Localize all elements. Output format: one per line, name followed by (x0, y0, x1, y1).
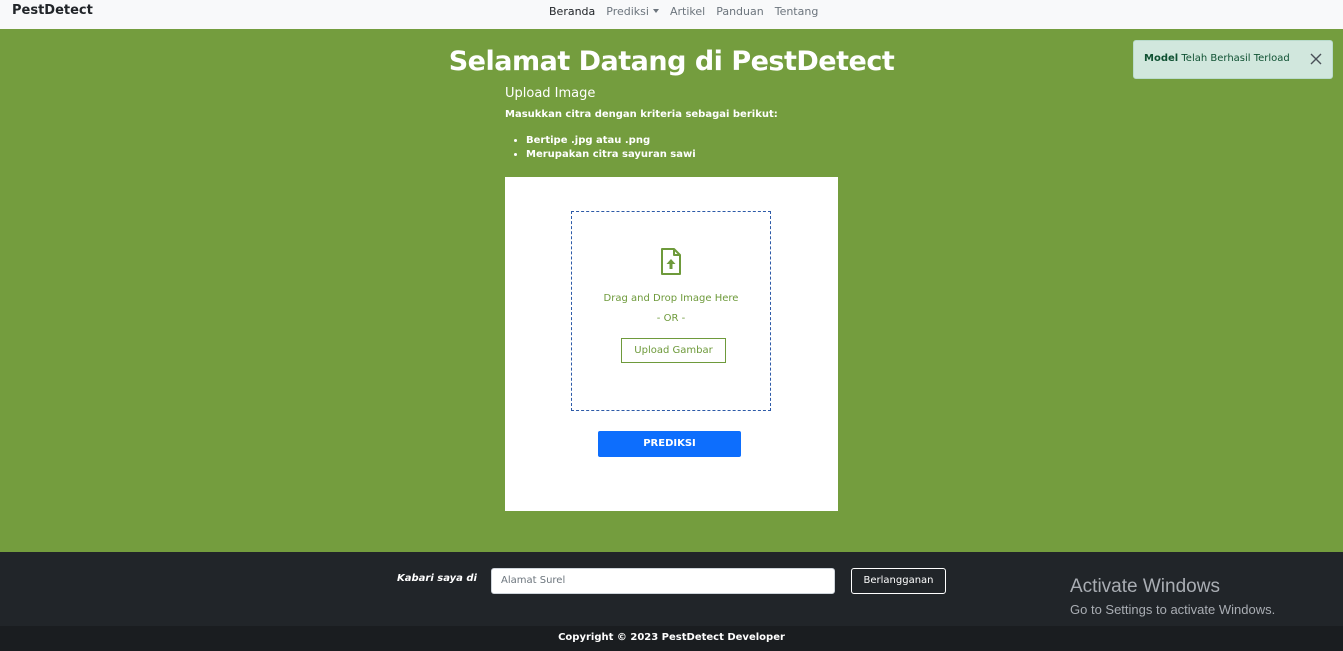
criteria-intro: Masukkan citra dengan kriteria sebagai b… (505, 109, 778, 120)
activate-windows-title: Activate Windows (1070, 576, 1220, 597)
criteria-list: Bertipe .jpg atau .png Merupakan citra s… (526, 135, 696, 163)
upload-subtitle: Upload Image (505, 86, 596, 101)
subscribe-button[interactable]: Berlangganan (851, 568, 946, 594)
toast-message: Model Telah Berhasil Terload (1144, 53, 1290, 64)
upload-image-button[interactable]: Upload Gambar (621, 338, 726, 363)
nav-item-artikel[interactable]: Artikel (670, 5, 705, 18)
copyright-text: Copyright © 2023 PestDetect Developer (558, 632, 785, 643)
nav-item-prediksi-label: Prediksi (606, 5, 649, 18)
toast-message-text: Telah Berhasil Terload (1178, 53, 1290, 64)
footer: Kabari saya di Alamat Surel Berlangganan… (0, 552, 1343, 626)
list-item: Merupakan citra sayuran sawi (526, 149, 696, 160)
chevron-down-icon (652, 9, 659, 13)
brand-logo[interactable]: PestDetect (12, 3, 93, 18)
copyright-bar: Copyright © 2023 PestDetect Developer (0, 626, 1343, 651)
nav-item-tentang[interactable]: Tentang (775, 5, 819, 18)
file-upload-icon (661, 248, 681, 275)
toast-message-bold: Model (1144, 53, 1179, 64)
nav-menu: Beranda Prediksi Artikel Panduan Tentang (549, 5, 818, 18)
subscribe-label: Kabari saya di (397, 573, 477, 584)
or-divider-text: - OR - (656, 313, 686, 324)
nav-item-beranda[interactable]: Beranda (549, 5, 595, 18)
image-dropzone[interactable]: Drag and Drop Image Here - OR - Upload G… (571, 211, 771, 411)
activate-windows-subtitle: Go to Settings to activate Windows. (1070, 602, 1276, 617)
close-icon[interactable] (1309, 52, 1323, 66)
navbar: PestDetect Beranda Prediksi Artikel Pand… (0, 0, 1343, 29)
email-placeholder: Alamat Surel (501, 575, 566, 586)
success-toast: Model Telah Berhasil Terload (1133, 40, 1333, 79)
nav-item-panduan[interactable]: Panduan (716, 5, 764, 18)
upload-card: Drag and Drop Image Here - OR - Upload G… (505, 177, 838, 511)
nav-item-prediksi[interactable]: Prediksi (606, 5, 659, 18)
list-item: Bertipe .jpg atau .png (526, 135, 696, 146)
email-field[interactable]: Alamat Surel (491, 568, 835, 594)
drag-drop-text: Drag and Drop Image Here (603, 293, 739, 304)
predict-button[interactable]: PREDIKSI (598, 431, 741, 457)
